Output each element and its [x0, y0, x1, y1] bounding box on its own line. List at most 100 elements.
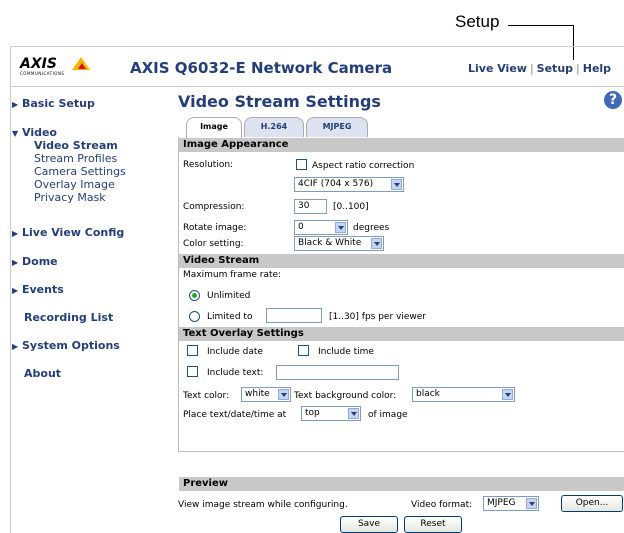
sidebar-item-video-stream[interactable]: Video Stream	[34, 139, 118, 152]
include-text-label: Include text:	[207, 368, 264, 378]
include-time-label: Include time	[318, 347, 374, 357]
sidebar-item-recording-list[interactable]: Recording List	[24, 311, 174, 324]
header-divider	[10, 86, 624, 87]
rotate-select[interactable]: 0	[294, 220, 348, 235]
logo-triangle-inner-icon	[78, 63, 86, 69]
sidebar-item-live-view-config[interactable]: ▶ Live View Config	[12, 226, 162, 239]
unlimited-label: Unlimited	[207, 291, 251, 301]
section-heading-video-stream: Video Stream	[179, 254, 624, 268]
sidebar-item-camera-settings[interactable]: Camera Settings	[34, 165, 126, 178]
compression-input[interactable]: 30	[294, 199, 327, 214]
text-color-select[interactable]: white	[241, 387, 291, 402]
video-format-label: Video format:	[411, 500, 473, 510]
sidebar-item-video[interactable]: ▼ Video	[12, 126, 162, 139]
video-format-value: MJPEG	[487, 498, 516, 508]
text-bg-color-label: Text background color:	[294, 391, 397, 401]
place-text-suffix: of image	[368, 410, 408, 420]
color-setting-select[interactable]: Black & White	[294, 236, 384, 251]
nav-live-view-link[interactable]: Live View	[468, 62, 527, 75]
header-top-border	[10, 46, 624, 47]
setup-callout-label: Setup	[455, 12, 500, 31]
unlimited-radio[interactable]	[189, 290, 200, 301]
compression-range-hint: [0..100]	[333, 202, 369, 212]
chevron-down-icon	[526, 498, 537, 509]
logo-text: AXIS	[20, 56, 57, 72]
place-text-value: top	[305, 408, 320, 418]
open-button[interactable]: Open...	[561, 495, 623, 512]
color-setting-value: Black & White	[298, 238, 362, 248]
sidebar-item-events[interactable]: ▶ Events	[12, 283, 162, 296]
tab-mjpeg[interactable]: MJPEG	[306, 117, 368, 137]
section-heading-image-appearance: Image Appearance	[179, 138, 624, 152]
text-color-label: Text color:	[183, 391, 230, 401]
text-bg-color-value: black	[416, 389, 440, 399]
callout-line-vertical	[573, 25, 574, 60]
frame-rate-hint: [1..30] fps per viewer	[329, 312, 426, 322]
sidebar-item-dome[interactable]: ▶ Dome	[12, 255, 162, 268]
limited-label: Limited to	[207, 312, 253, 322]
max-frame-rate-label: Maximum frame rate:	[183, 270, 282, 280]
sidebar-item-label: Live View Config	[22, 226, 125, 239]
include-text-input[interactable]	[276, 365, 399, 380]
preview-description: View image stream while configuring.	[178, 500, 348, 510]
nav-separator: |	[529, 62, 534, 75]
include-text-checkbox[interactable]	[187, 366, 198, 377]
sidebar-item-label: Events	[22, 283, 64, 296]
nav-help-link[interactable]: Help	[583, 62, 611, 75]
tab-image[interactable]: Image	[186, 117, 242, 138]
chevron-right-icon: ▶	[12, 229, 19, 238]
nav-separator: |	[576, 62, 580, 75]
chevron-down-icon	[391, 179, 402, 190]
resolution-value: 4CIF (704 x 576)	[298, 179, 374, 189]
resolution-label: Resolution:	[183, 160, 234, 170]
place-text-label: Place text/date/time at	[183, 410, 287, 420]
rotate-value: 0	[298, 222, 304, 232]
resolution-select[interactable]: 4CIF (704 x 576)	[294, 177, 404, 192]
place-text-select[interactable]: top	[301, 406, 361, 421]
include-date-label: Include date	[207, 347, 263, 357]
chevron-down-icon	[278, 389, 289, 400]
text-color-value: white	[245, 389, 270, 399]
aspect-ratio-checkbox[interactable]	[296, 159, 307, 170]
sidebar-item-stream-profiles[interactable]: Stream Profiles	[34, 152, 117, 165]
limited-radio[interactable]	[189, 311, 200, 322]
chevron-right-icon: ▶	[12, 342, 19, 351]
section-heading-text-overlay: Text Overlay Settings	[179, 327, 624, 341]
chevron-right-icon: ▶	[12, 100, 19, 109]
sidebar-item-system-options[interactable]: ▶ System Options	[12, 339, 162, 352]
reset-button[interactable]: Reset	[404, 516, 462, 533]
chevron-down-icon	[371, 238, 382, 249]
chevron-right-icon: ▶	[12, 286, 19, 295]
header-nav: Live View | Setup | Help	[468, 62, 611, 75]
chevron-down-icon	[502, 389, 513, 400]
logo-subtitle: COMMUNICATIONS	[20, 71, 65, 76]
axis-logo: AXIS COMMUNICATIONS	[20, 56, 92, 78]
callout-line	[508, 25, 574, 26]
include-time-checkbox[interactable]	[298, 345, 309, 356]
section-heading-preview: Preview	[179, 477, 624, 491]
help-icon[interactable]: ?	[604, 91, 622, 109]
chevron-down-icon	[335, 222, 346, 233]
rotate-unit: degrees	[353, 223, 390, 233]
sidebar-item-label: Video	[22, 126, 57, 139]
frame-rate-input[interactable]	[266, 308, 322, 323]
include-date-checkbox[interactable]	[187, 345, 198, 356]
sidebar-item-overlay-image[interactable]: Overlay Image	[34, 178, 115, 191]
page-title: Video Stream Settings	[178, 92, 381, 111]
page-left-border	[10, 46, 11, 533]
sidebar-item-label: Basic Setup	[22, 97, 95, 110]
chevron-right-icon: ▶	[12, 258, 19, 267]
chevron-down-icon	[348, 408, 359, 419]
video-format-select[interactable]: MJPEG	[483, 496, 539, 511]
sidebar-item-label: System Options	[22, 339, 120, 352]
sidebar-item-basic-setup[interactable]: ▶ Basic Setup	[12, 97, 162, 110]
color-setting-label: Color setting:	[183, 239, 244, 249]
tab-h264[interactable]: H.264	[244, 117, 304, 137]
sidebar-item-privacy-mask[interactable]: Privacy Mask	[34, 191, 106, 204]
chevron-down-icon: ▼	[12, 129, 19, 138]
app-title: AXIS Q6032-E Network Camera	[130, 59, 393, 77]
nav-setup-link[interactable]: Setup	[537, 62, 573, 75]
save-button[interactable]: Save	[340, 516, 398, 533]
sidebar-item-about[interactable]: About	[24, 367, 174, 380]
text-bg-color-select[interactable]: black	[412, 387, 515, 402]
